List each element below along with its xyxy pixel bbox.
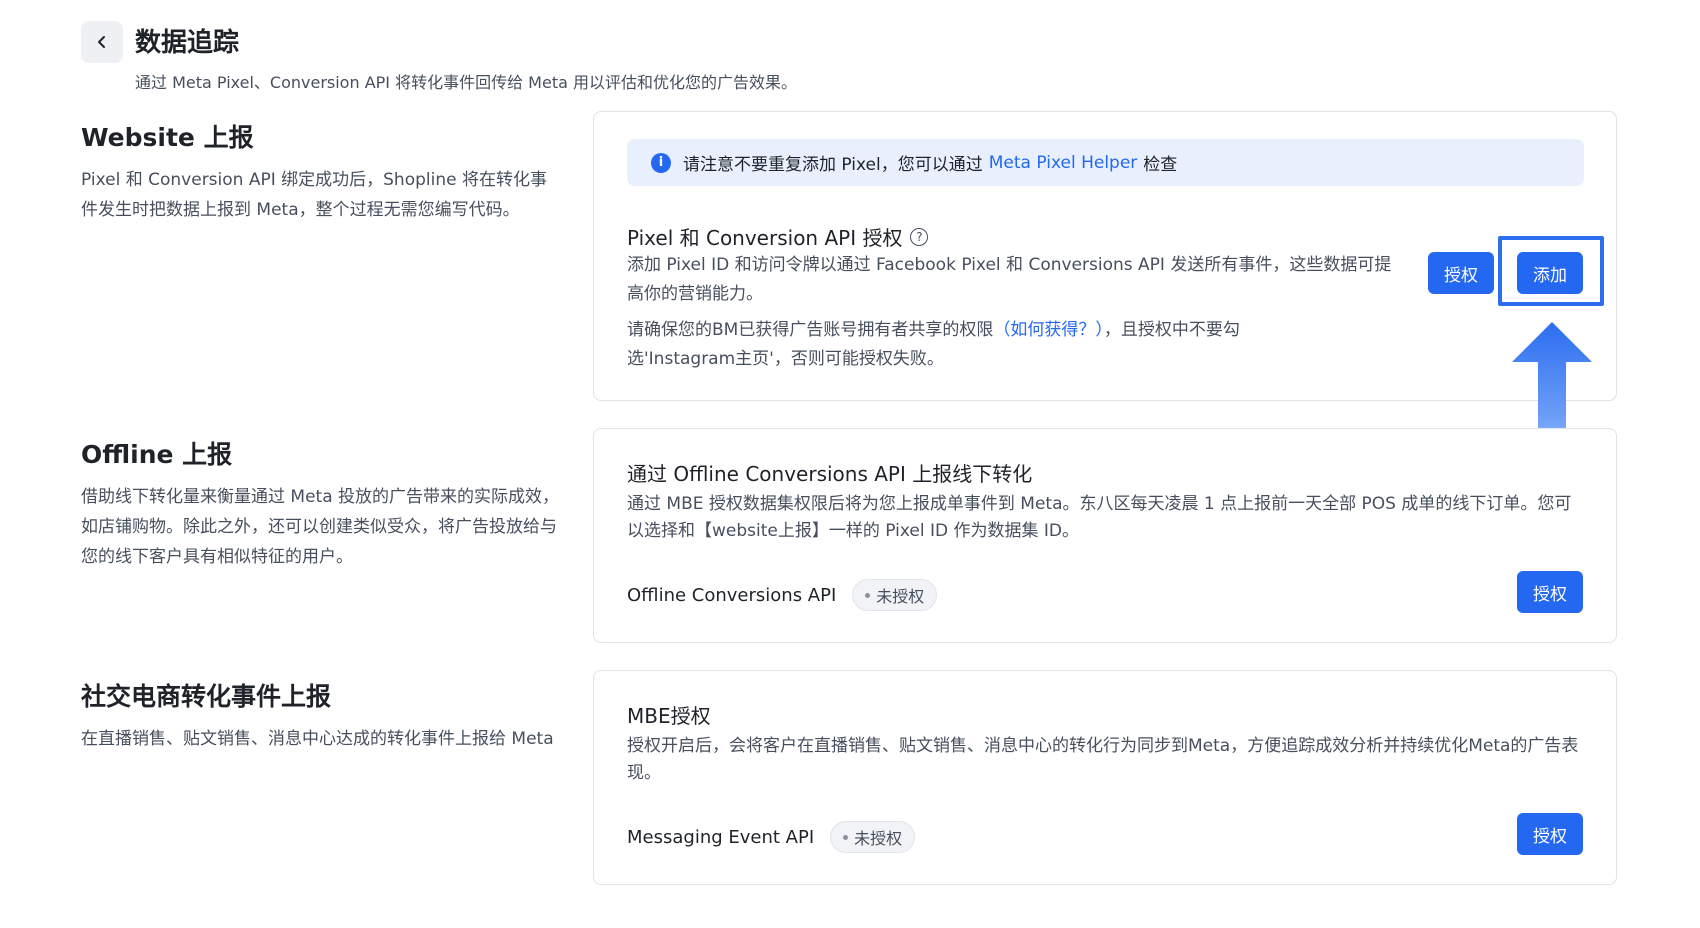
info-icon: i <box>651 152 671 173</box>
pixel-title-text: Pixel 和 Conversion API 授权 <box>627 226 903 250</box>
mbe-api-row: Messaging Event API 未授权 <box>627 821 916 853</box>
notice-suffix: 检查 <box>1143 155 1178 175</box>
offline-card-title: 通过 Offline Conversions API 上报线下转化 <box>627 462 1033 486</box>
offline-authorize-button[interactable]: 授权 <box>1517 571 1583 613</box>
how-to-get-link[interactable]: （如何获得？） <box>993 320 1104 340</box>
mbe-card-desc: 授权开启后，会将客户在直播销售、贴文销售、消息中心的转化行为同步到Meta，方便… <box>627 736 1579 783</box>
back-button[interactable] <box>81 21 123 63</box>
website-section-heading: Website 上报 <box>81 123 254 152</box>
page-subtitle: 通过 Meta Pixel、Conversion API 将转化事件回传给 Me… <box>135 73 797 92</box>
status-text: 未授权 <box>876 587 925 606</box>
offline-card: 通过 Offline Conversions API 上报线下转化 通过 MBE… <box>593 428 1617 643</box>
offline-section-heading: Offline 上报 <box>81 440 233 469</box>
help-icon[interactable]: ? <box>910 227 929 246</box>
offline-card-desc: 通过 MBE 授权数据集权限后将为您上报成单事件到 Meta。东八区每天凌晨 1… <box>627 494 1572 541</box>
pixel-card-desc: 添加 Pixel ID 和访问令牌以通过 Facebook Pixel 和 Co… <box>627 255 1392 304</box>
status-dot-icon <box>843 834 849 840</box>
meta-pixel-helper-link[interactable]: Meta Pixel Helper <box>989 153 1138 173</box>
status-badge: 未授权 <box>852 579 938 611</box>
social-section-heading: 社交电商转化事件上报 <box>81 682 332 711</box>
mbe-authorize-button[interactable]: 授权 <box>1517 813 1583 855</box>
mbe-card-title: MBE授权 <box>627 704 711 728</box>
pixel-card-title: Pixel 和 Conversion API 授权 ? <box>627 222 929 251</box>
mbe-card: MBE授权 授权开启后，会将客户在直播销售、贴文销售、消息中心的转化行为同步到M… <box>593 670 1617 885</box>
offline-api-name: Offline Conversions API <box>627 584 837 606</box>
mbe-api-name: Messaging Event API <box>627 826 815 848</box>
offline-section-desc: 借助线下转化量来衡量通过 Meta 投放的广告带来的实际成效，如店铺购物。除此之… <box>81 487 560 567</box>
status-text: 未授权 <box>854 829 903 848</box>
add-button-highlight <box>1498 236 1604 306</box>
status-badge: 未授权 <box>830 821 916 853</box>
website-card: i 请注意不要重复添加 Pixel，您可以通过 Meta Pixel Helpe… <box>593 111 1617 401</box>
website-section-desc: Pixel 和 Conversion API 绑定成功后，Shopline 将在… <box>81 170 547 220</box>
offline-api-row: Offline Conversions API 未授权 <box>627 579 938 611</box>
pixel-notice: i 请注意不要重复添加 Pixel，您可以通过 Meta Pixel Helpe… <box>627 139 1584 186</box>
chevron-left-icon <box>98 36 105 48</box>
notice-text: 请注意不要重复添加 Pixel，您可以通过 <box>683 155 983 175</box>
pixel-card-note: 请确保您的BM已获得广告账号拥有者共享的权限（如何获得？），且授权中不要勾选'I… <box>627 316 1327 374</box>
social-section-desc: 在直播销售、贴文销售、消息中心达成的转化事件上报给 Meta <box>81 729 554 749</box>
status-dot-icon <box>865 592 871 598</box>
page-title: 数据追踪 <box>135 28 240 58</box>
note-prefix: 请确保您的BM已获得广告账号拥有者共享的权限 <box>627 320 994 340</box>
pixel-authorize-button[interactable]: 授权 <box>1428 252 1494 294</box>
